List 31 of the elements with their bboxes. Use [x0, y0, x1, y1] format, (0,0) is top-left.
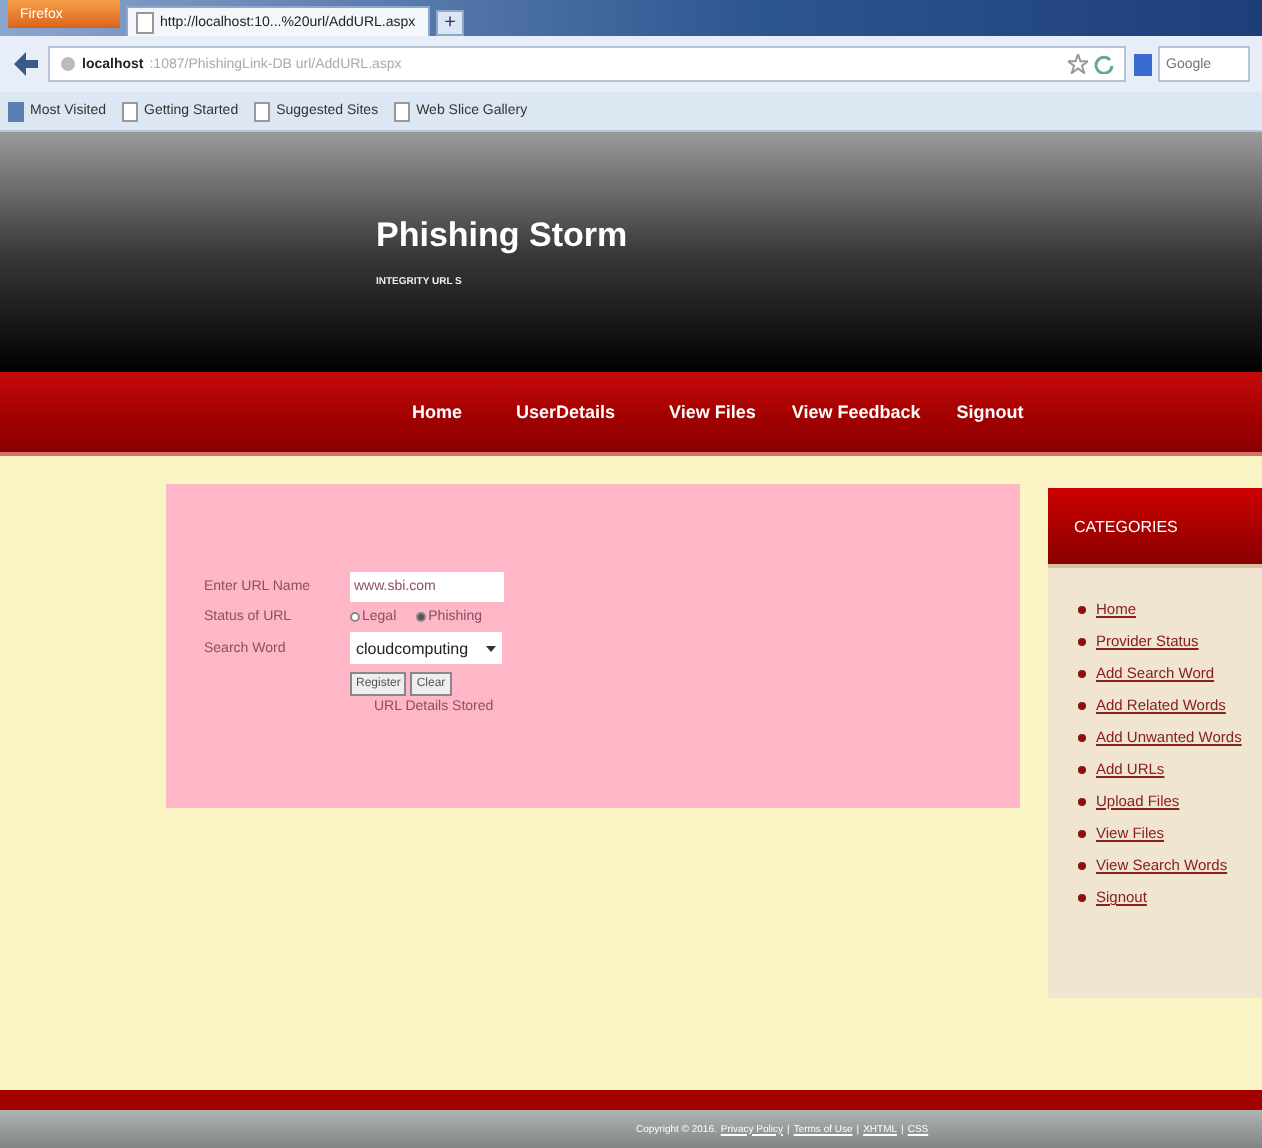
search-engine-icon[interactable] [1134, 53, 1152, 75]
new-tab-button[interactable]: + [436, 10, 464, 36]
bookmark-icon [8, 101, 24, 121]
reload-icon[interactable] [1094, 54, 1114, 74]
bullet-icon [1078, 605, 1086, 613]
nav-link[interactable]: UserDetails [516, 402, 616, 422]
sidebar-title: CATEGORIES [1048, 488, 1262, 568]
bullet-icon [1078, 893, 1086, 901]
site-title: Phishing Storm [376, 216, 628, 256]
page-icon [122, 101, 138, 121]
radio-button[interactable] [350, 612, 360, 622]
caret-icon [486, 645, 496, 651]
back-arrow-icon[interactable] [12, 52, 40, 76]
bullet-icon [1078, 637, 1086, 645]
nav-link[interactable]: View Files [669, 402, 756, 422]
bullet-icon [1078, 861, 1086, 869]
radio-button[interactable] [416, 612, 427, 622]
nav-link[interactable]: View Feedback [791, 402, 921, 422]
search-word-dropdown[interactable]: cloudcomputing [350, 632, 502, 664]
bullet-icon [1078, 765, 1086, 773]
page-icon [136, 11, 154, 33]
bullet-icon [1078, 701, 1086, 709]
nav-link[interactable]: Signout [956, 402, 1024, 422]
bullet-icon [1078, 733, 1086, 741]
bullet-icon [1078, 797, 1086, 805]
nav-link[interactable]: Home [412, 402, 463, 422]
bullet-icon [1078, 829, 1086, 837]
star-icon[interactable] [1068, 54, 1088, 74]
page-icon [394, 101, 411, 121]
page-icon [254, 101, 271, 121]
bullet-icon [1078, 669, 1086, 677]
